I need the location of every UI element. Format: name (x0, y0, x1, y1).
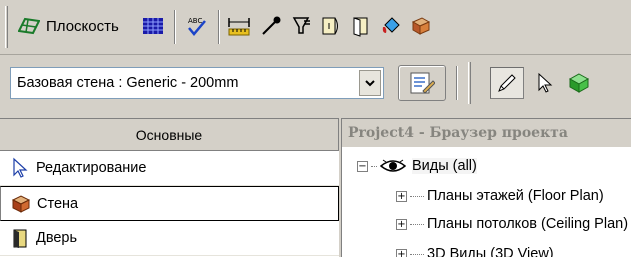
design-bar-item-label: Редактирование (36, 160, 147, 176)
design-bar-item-wall[interactable]: Стена (0, 186, 339, 221)
design-bar: Основные Редактирование Стена Дверь (0, 118, 339, 257)
door-open-button[interactable] (348, 12, 374, 40)
spellcheck-icon: ABC (188, 17, 206, 36)
lightbulb-icon (292, 17, 310, 34)
tree-node-label: 3D Виды (3D View) (427, 246, 554, 257)
wall-brick-icon (11, 194, 31, 213)
properties-icon (410, 72, 435, 94)
work-plane-label: Плоскость (46, 17, 119, 35)
eye-icon (380, 159, 406, 172)
design-bar-header: Основные (135, 126, 203, 143)
pick-icon (262, 16, 281, 35)
paint-icon (382, 17, 400, 33)
pick-walls-button[interactable] (562, 67, 596, 99)
paint-button[interactable] (378, 12, 404, 40)
expand-icon[interactable]: + (396, 218, 407, 230)
expand-icon[interactable]: + (396, 248, 407, 257)
design-bar-item-label: Стена (37, 195, 79, 212)
design-bar-item-modify[interactable]: Редактирование (0, 151, 339, 186)
tree-node-label: Виды (all) (412, 158, 477, 174)
design-bar-item-label: Дверь (36, 230, 78, 246)
pick-walls-icon (568, 73, 590, 93)
tree-connector (371, 165, 377, 167)
toolbar-grip[interactable] (5, 6, 8, 48)
type-selector-value: Базовая стена : Generic - 200mm (17, 75, 239, 91)
svg-text:ABC: ABC (188, 17, 202, 25)
toolbar-separator (174, 10, 176, 44)
door-swing-icon (322, 17, 338, 35)
type-selector-dropdown[interactable] (359, 70, 381, 96)
door-icon (353, 17, 368, 37)
tree-connector (410, 195, 424, 197)
eyedropper-button[interactable] (258, 12, 284, 40)
wall-tool-button[interactable] (408, 12, 434, 40)
type-selector[interactable]: Базовая стена : Generic - 200mm (10, 67, 384, 99)
element-properties-button[interactable] (398, 65, 446, 101)
tree-node-3d-views[interactable]: + 3D Виды (3D View) (396, 241, 554, 257)
tree-node-views[interactable]: − Виды (all) (357, 153, 477, 179)
plane-icon (18, 17, 40, 35)
toolbar-grip[interactable] (468, 62, 471, 104)
lightbulb-button[interactable] (288, 12, 314, 40)
select-mode-button[interactable] (528, 67, 562, 99)
draw-mode-button[interactable] (490, 67, 524, 99)
spellcheck-button[interactable]: ABC (184, 12, 210, 40)
design-bar-item-door[interactable]: Дверь (0, 221, 339, 256)
design-bar-tab-basics[interactable]: Основные (0, 119, 339, 151)
door-swing-button[interactable] (318, 12, 344, 40)
options-toolbar: Базовая стена : Generic - 200mm (0, 56, 631, 110)
measure-icon (228, 18, 250, 36)
main-toolbar: Плоскость ABC (0, 0, 631, 55)
cursor-arrow-icon (13, 157, 28, 178)
tree-node-floor-plans[interactable]: + Планы этажей (Floor Plan) (396, 183, 604, 209)
tree-connector (410, 223, 424, 225)
pencil-icon (498, 74, 516, 92)
cursor-arrow-icon (538, 72, 553, 93)
tree-node-label: Планы этажей (Floor Plan) (427, 188, 604, 204)
tree-node-label: Планы потолков (Ceiling Plan) (427, 216, 629, 232)
tree-connector (410, 253, 424, 255)
door-icon (13, 229, 27, 248)
wall-icon (411, 17, 431, 35)
toolbar-separator (218, 10, 220, 44)
show-grid-button[interactable] (140, 12, 166, 40)
measure-button[interactable] (226, 12, 252, 40)
expand-icon[interactable]: + (396, 190, 407, 202)
tree-node-ceiling-plans[interactable]: + Планы потолков (Ceiling Plan) (396, 211, 628, 237)
toolbar-separator (456, 66, 458, 100)
project-browser-title: Project4 - Браузер проекта (342, 119, 631, 147)
project-browser: Project4 - Браузер проекта − Виды (all) … (341, 118, 631, 257)
work-plane-button[interactable]: Плоскость (18, 9, 119, 43)
chevron-down-icon (365, 79, 375, 86)
grid-icon (143, 18, 163, 34)
collapse-icon[interactable]: − (357, 160, 368, 172)
